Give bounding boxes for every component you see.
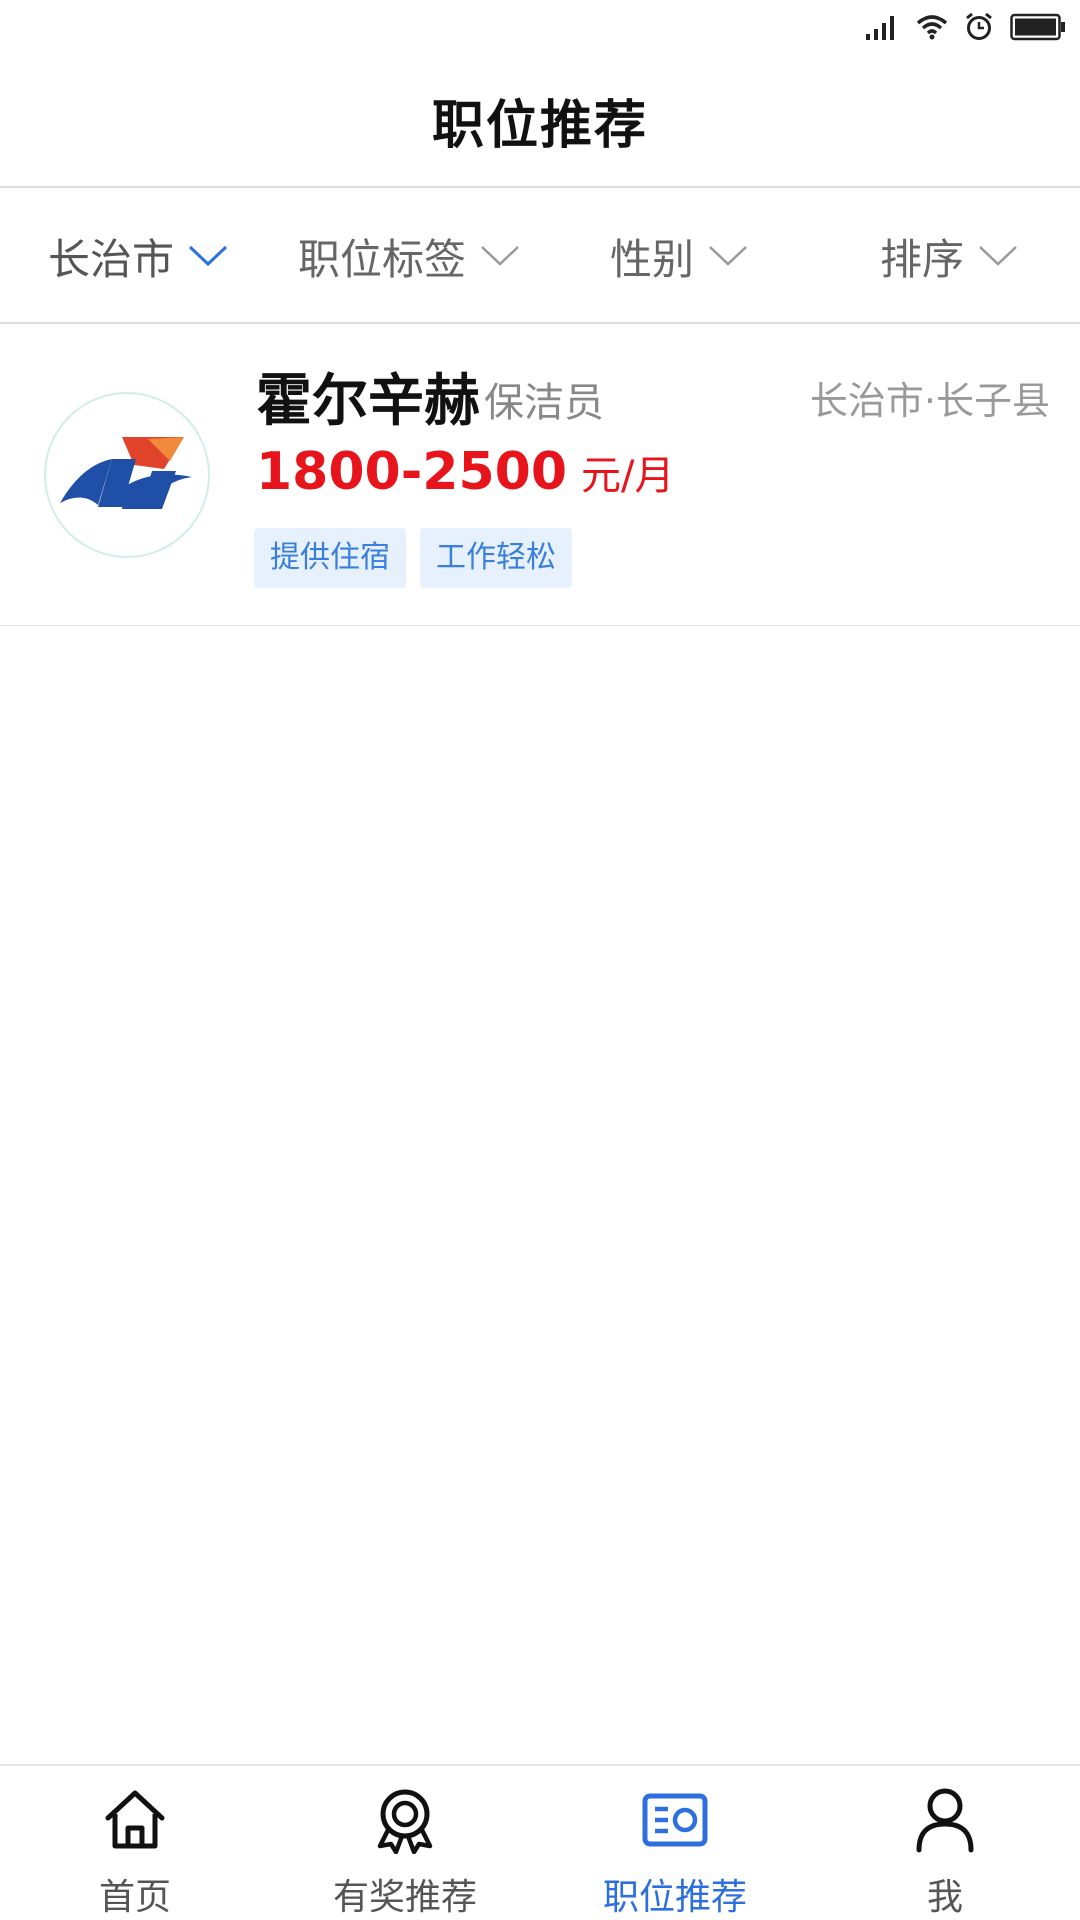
person-icon: [915, 1784, 975, 1856]
page-title: 职位推荐: [431, 95, 648, 156]
salary-amount: 1800-2500: [256, 442, 568, 502]
job-location: 长治市·长子县: [809, 379, 1050, 423]
nav-me[interactable]: 我: [810, 1766, 1080, 1920]
status-bar: [0, 0, 1080, 54]
company-logo: [44, 392, 210, 558]
job-position: 保洁员: [484, 380, 604, 426]
nav-referral-label: 有奖推荐: [332, 1877, 477, 1918]
battery-icon: [1010, 13, 1066, 41]
filter-bar: 长治市 职位标签 性别 排序: [0, 188, 1080, 324]
job-card-icon: [642, 1784, 708, 1856]
title-bar: 职位推荐: [0, 54, 1080, 188]
screen: 职位推荐 长治市 职位标签 性别 排序 霍尔辛赫 保洁员 长治市·长子县 180…: [0, 0, 1080, 1920]
filter-job-tags-label: 职位标签: [298, 234, 467, 284]
bottom-nav: 首页 有奖推荐 职位推荐 我: [0, 1764, 1080, 1920]
home-icon: [102, 1784, 168, 1856]
nav-referral[interactable]: 有奖推荐: [270, 1766, 540, 1920]
company-name: 霍尔辛赫: [256, 369, 480, 434]
job-tags: 提供住宿 工作轻松: [254, 528, 572, 588]
salary: 1800-2500 元/月: [256, 442, 675, 502]
nav-jobs-label: 职位推荐: [602, 1877, 747, 1918]
nav-home-label: 首页: [98, 1877, 171, 1918]
salary-unit: 元/月: [581, 453, 675, 499]
filter-gender-label: 性别: [610, 234, 695, 284]
award-icon: [374, 1784, 436, 1856]
nav-home[interactable]: 首页: [0, 1766, 270, 1920]
filter-city-label: 长治市: [48, 234, 175, 284]
job-card[interactable]: 霍尔辛赫 保洁员 长治市·长子县 1800-2500 元/月 提供住宿 工作轻松: [0, 324, 1080, 626]
filter-job-tags[interactable]: 职位标签: [298, 188, 520, 324]
job-tag: 提供住宿: [254, 528, 406, 588]
filter-sort-label: 排序: [880, 234, 965, 284]
chevron-down-icon: [188, 244, 228, 268]
nav-jobs[interactable]: 职位推荐: [540, 1766, 810, 1920]
nav-me-label: 我: [926, 1877, 963, 1918]
alarm-icon: [964, 12, 994, 42]
filter-gender[interactable]: 性别: [610, 188, 748, 324]
chevron-down-icon: [480, 244, 520, 268]
chevron-down-icon: [708, 244, 748, 268]
filter-city[interactable]: 长治市: [48, 188, 228, 324]
filter-sort[interactable]: 排序: [880, 188, 1018, 324]
wifi-icon: [916, 14, 948, 40]
chevron-down-icon: [978, 244, 1018, 268]
job-tag: 工作轻松: [420, 528, 572, 588]
signal-icon: [866, 14, 900, 40]
